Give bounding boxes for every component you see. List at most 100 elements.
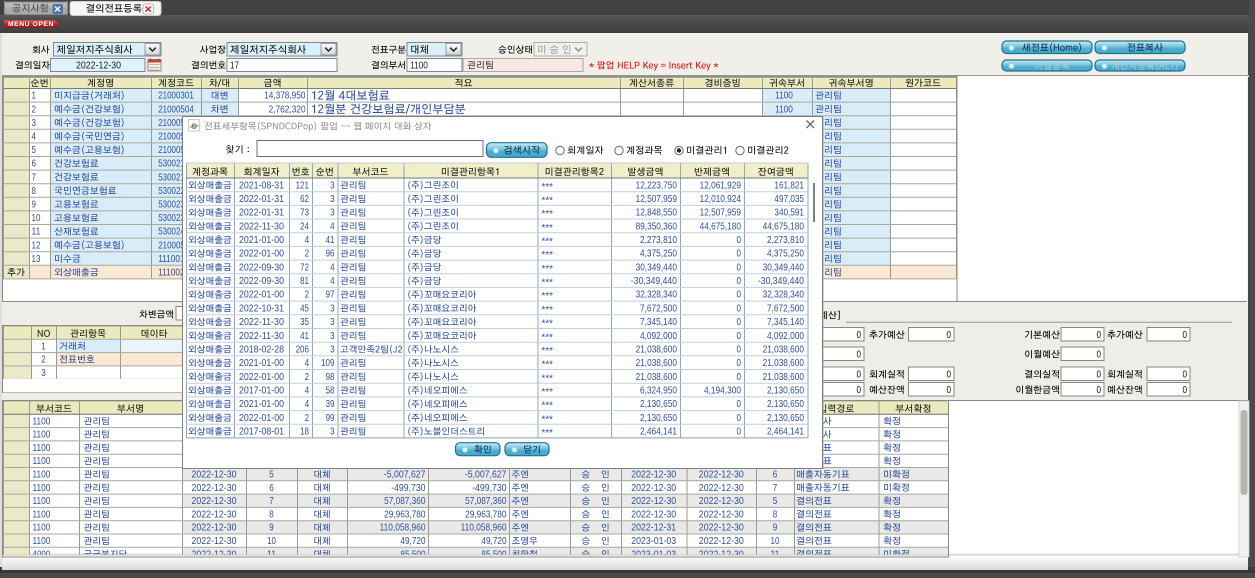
svg-text:2022-12-30: 2022-12-30 <box>192 496 237 507</box>
svg-text:4: 4 <box>330 276 335 287</box>
svg-text:0: 0 <box>737 427 742 438</box>
svg-text:44,675,180: 44,675,180 <box>763 221 805 232</box>
svg-text:0: 0 <box>1183 369 1188 380</box>
svg-text:30,349,440: 30,349,440 <box>636 262 678 273</box>
svg-text:0: 0 <box>1097 349 1102 360</box>
svg-text:4: 4 <box>330 221 335 232</box>
svg-text:0: 0 <box>1097 369 1102 380</box>
svg-text:10: 10 <box>771 536 780 547</box>
svg-text:0: 0 <box>737 317 742 328</box>
svg-text:24: 24 <box>300 221 309 232</box>
svg-text:2022-12-30: 2022-12-30 <box>631 509 676 520</box>
svg-text:***: *** <box>542 223 554 234</box>
svg-text:21,038,600: 21,038,600 <box>763 345 805 356</box>
svg-text:7: 7 <box>32 172 37 183</box>
svg-text:2,130,650: 2,130,650 <box>767 399 804 410</box>
svg-text:***: *** <box>542 182 554 193</box>
svg-text:8: 8 <box>773 509 778 520</box>
svg-text:0: 0 <box>857 330 862 341</box>
svg-text:110,058,960: 110,058,960 <box>380 523 426 534</box>
svg-text:2,130,650: 2,130,650 <box>767 413 804 424</box>
svg-text:3: 3 <box>330 180 335 191</box>
svg-text:***: *** <box>542 319 554 330</box>
svg-text:2: 2 <box>32 104 37 115</box>
svg-text:4,092,000: 4,092,000 <box>640 331 677 342</box>
svg-text:0: 0 <box>737 290 742 301</box>
svg-text:1100: 1100 <box>33 536 51 547</box>
svg-text:***: *** <box>542 209 554 220</box>
svg-text:12,507,959: 12,507,959 <box>636 194 678 205</box>
svg-text:2: 2 <box>305 372 310 383</box>
svg-text:0: 0 <box>737 262 742 273</box>
svg-text:0: 0 <box>737 303 742 314</box>
svg-text:***: *** <box>542 414 554 425</box>
svg-text:e: e <box>191 120 197 132</box>
svg-text:7,672,500: 7,672,500 <box>640 303 677 314</box>
svg-text:2,130,650: 2,130,650 <box>767 386 804 397</box>
svg-text:1100: 1100 <box>33 456 51 467</box>
svg-text:***: *** <box>542 264 554 275</box>
svg-text:21,038,600: 21,038,600 <box>636 358 678 369</box>
svg-text:1100: 1100 <box>33 430 51 441</box>
svg-text:8: 8 <box>32 186 37 197</box>
svg-text:2022-10-31: 2022-10-31 <box>239 303 284 314</box>
svg-text:2022-12-31: 2022-12-31 <box>631 523 676 534</box>
svg-text:7: 7 <box>773 483 778 494</box>
svg-text:***: *** <box>542 346 554 357</box>
svg-text:2022-11-30: 2022-11-30 <box>239 317 284 328</box>
svg-text:2021-01-00: 2021-01-00 <box>239 358 284 369</box>
svg-text:2022-09-30: 2022-09-30 <box>239 262 284 273</box>
svg-text:***: *** <box>542 332 554 343</box>
svg-text:0: 0 <box>737 372 742 383</box>
svg-text:4: 4 <box>305 386 310 397</box>
svg-text:***: *** <box>542 291 554 302</box>
svg-text:0: 0 <box>1097 385 1102 396</box>
svg-text:-30,349,440: -30,349,440 <box>631 276 677 287</box>
svg-text:6: 6 <box>269 483 274 494</box>
svg-text:3: 3 <box>330 331 335 342</box>
svg-text:2022-11-30: 2022-11-30 <box>239 221 284 232</box>
svg-text:32,328,340: 32,328,340 <box>636 290 678 301</box>
svg-text:***: *** <box>542 250 554 261</box>
svg-text:3: 3 <box>32 118 37 129</box>
svg-text:12,061,929: 12,061,929 <box>700 180 742 191</box>
svg-text:1100: 1100 <box>33 483 51 494</box>
svg-text:2022-11-30: 2022-11-30 <box>239 331 284 342</box>
svg-text:2022-01-00: 2022-01-00 <box>239 249 284 260</box>
svg-text:-5,007,627: -5,007,627 <box>465 470 507 481</box>
svg-text:10: 10 <box>32 213 41 224</box>
svg-text:29,963,780: 29,963,780 <box>465 509 507 520</box>
svg-text:96: 96 <box>326 249 335 260</box>
svg-text:-5,007,627: -5,007,627 <box>384 470 426 481</box>
svg-text:5: 5 <box>773 496 778 507</box>
svg-text:13: 13 <box>32 254 41 265</box>
svg-text:6: 6 <box>773 470 778 481</box>
svg-text:2022-09-30: 2022-09-30 <box>239 276 284 287</box>
svg-text:2,130,650: 2,130,650 <box>640 413 677 424</box>
svg-text:0: 0 <box>737 276 742 287</box>
svg-text:1100: 1100 <box>33 470 51 481</box>
svg-text:2017-08-01: 2017-08-01 <box>239 427 284 438</box>
svg-text:4,092,000: 4,092,000 <box>767 331 804 342</box>
svg-text:0: 0 <box>737 413 742 424</box>
svg-text:58: 58 <box>326 386 335 397</box>
svg-text:7,672,500: 7,672,500 <box>767 303 804 314</box>
svg-text:-499,730: -499,730 <box>472 483 507 494</box>
svg-text:0: 0 <box>857 385 862 396</box>
svg-text:2022-12-30: 2022-12-30 <box>699 523 744 534</box>
svg-text:21,038,600: 21,038,600 <box>763 372 805 383</box>
svg-text:1100: 1100 <box>410 60 428 71</box>
svg-text:2,464,141: 2,464,141 <box>767 427 804 438</box>
svg-text:4: 4 <box>305 399 310 410</box>
svg-text:0: 0 <box>1183 330 1188 341</box>
svg-text:9: 9 <box>269 523 274 534</box>
svg-text:5: 5 <box>32 145 37 156</box>
svg-text:1100: 1100 <box>33 496 51 507</box>
svg-text:2: 2 <box>305 249 310 260</box>
svg-text:3: 3 <box>41 368 46 379</box>
svg-text:MENU OPEN: MENU OPEN <box>8 21 54 28</box>
svg-text:1100: 1100 <box>775 91 793 102</box>
svg-text:12,223,750: 12,223,750 <box>636 180 678 191</box>
svg-text:1100: 1100 <box>33 416 51 427</box>
svg-text:1: 1 <box>32 91 37 102</box>
